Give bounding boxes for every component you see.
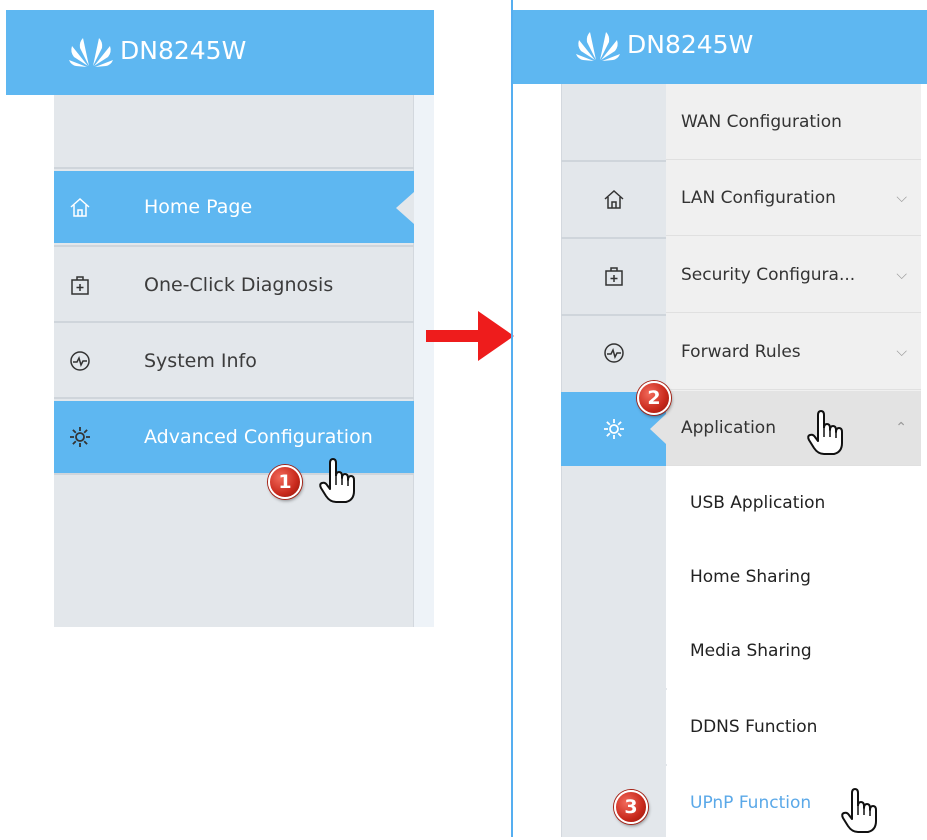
menu-item-lan-configuration[interactable]: LAN Configuration ⌵	[666, 160, 921, 236]
right-header-bar: DN8245W	[513, 10, 927, 84]
nav-item-advanced-configuration[interactable]: Advanced Configuration	[54, 401, 414, 473]
menu-item-label: Security Configura...	[681, 264, 856, 285]
panel-border	[511, 0, 513, 837]
red-right-arrow-icon	[426, 311, 514, 361]
divider	[54, 321, 414, 323]
first-aid-icon	[54, 274, 106, 296]
divider	[54, 167, 414, 169]
submenu-item-media-sharing[interactable]: Media Sharing	[666, 614, 921, 688]
nav-item-one-click-diagnosis[interactable]: One-Click Diagnosis	[54, 249, 414, 321]
home-icon	[604, 189, 623, 209]
divider	[54, 397, 414, 399]
first-aid-icon	[604, 266, 623, 286]
nav-item-label: System Info	[144, 350, 257, 372]
divider	[54, 473, 414, 475]
step-2-badge: 2	[637, 381, 671, 415]
submenu-item-label: Home Sharing	[690, 567, 811, 587]
activity-icon	[54, 350, 106, 372]
menu-item-wan-configuration[interactable]: WAN Configuration	[666, 84, 921, 160]
chevron-up-icon[interactable]: ⌃	[895, 420, 907, 436]
nav-item-label: Home Page	[144, 196, 253, 218]
nav-item-label: One-Click Diagnosis	[144, 274, 334, 296]
activity-icon	[603, 342, 624, 363]
chevron-down-icon[interactable]: ⌵	[896, 267, 907, 283]
pointer-hand-icon	[319, 458, 355, 503]
active-pointer-notch	[396, 192, 414, 224]
pointer-hand-icon	[807, 410, 843, 455]
nav-item-home-page[interactable]: Home Page	[54, 171, 414, 243]
brand-logo[interactable]: DN8245W	[575, 26, 753, 62]
pointer-hand-icon	[841, 788, 877, 833]
submenu-item-label: UPnP Function	[690, 793, 812, 813]
submenu-item-label: USB Application	[690, 493, 826, 513]
logo-text: DN8245W	[627, 29, 754, 59]
chevron-down-icon[interactable]: ⌵	[896, 344, 907, 360]
home-icon	[54, 196, 106, 218]
submenu-item-home-sharing[interactable]: Home Sharing	[666, 540, 921, 614]
step-3-badge: 3	[614, 790, 648, 824]
menu-item-application[interactable]: Application ⌃	[666, 391, 921, 466]
left-header-bar: DN8245W	[6, 10, 434, 95]
menu-item-label: Application	[681, 418, 776, 438]
divider	[54, 245, 414, 247]
nav-item-system-info[interactable]: System Info	[54, 325, 414, 397]
menu-item-label: Forward Rules	[681, 341, 801, 362]
menu-item-security-configuration[interactable]: Security Configura... ⌵	[666, 237, 921, 313]
submenu-item-upnp-function[interactable]: UPnP Function	[666, 766, 921, 840]
nav-item-label: Advanced Configuration	[144, 426, 373, 448]
icon-cell-system-info[interactable]	[561, 314, 666, 389]
left-sidebar: Home Page One-Click Diagnosis System Inf…	[54, 95, 434, 627]
gear-icon	[54, 426, 106, 448]
menu-item-label: LAN Configuration	[681, 187, 836, 208]
logo-text: DN8245W	[120, 35, 247, 65]
submenu-item-usb-application[interactable]: USB Application	[666, 466, 921, 540]
brand-logo[interactable]: DN8245W	[68, 32, 246, 68]
menu-item-label: WAN Configuration	[681, 111, 842, 132]
menu-item-forward-rules[interactable]: Forward Rules ⌵	[666, 314, 921, 390]
submenu-item-label: DDNS Function	[690, 717, 818, 737]
huawei-logo-icon	[69, 38, 113, 67]
submenu-item-label: Media Sharing	[690, 641, 812, 661]
active-pointer-notch	[650, 414, 666, 444]
submenu-item-ddns-function[interactable]: DDNS Function	[666, 690, 921, 764]
gear-icon	[603, 419, 624, 439]
step-1-badge: 1	[268, 465, 302, 499]
icon-cell-diagnosis[interactable]	[561, 237, 666, 312]
huawei-logo-icon	[576, 32, 620, 61]
chevron-down-icon[interactable]: ⌵	[896, 190, 907, 206]
icon-cell-home[interactable]	[561, 160, 666, 235]
